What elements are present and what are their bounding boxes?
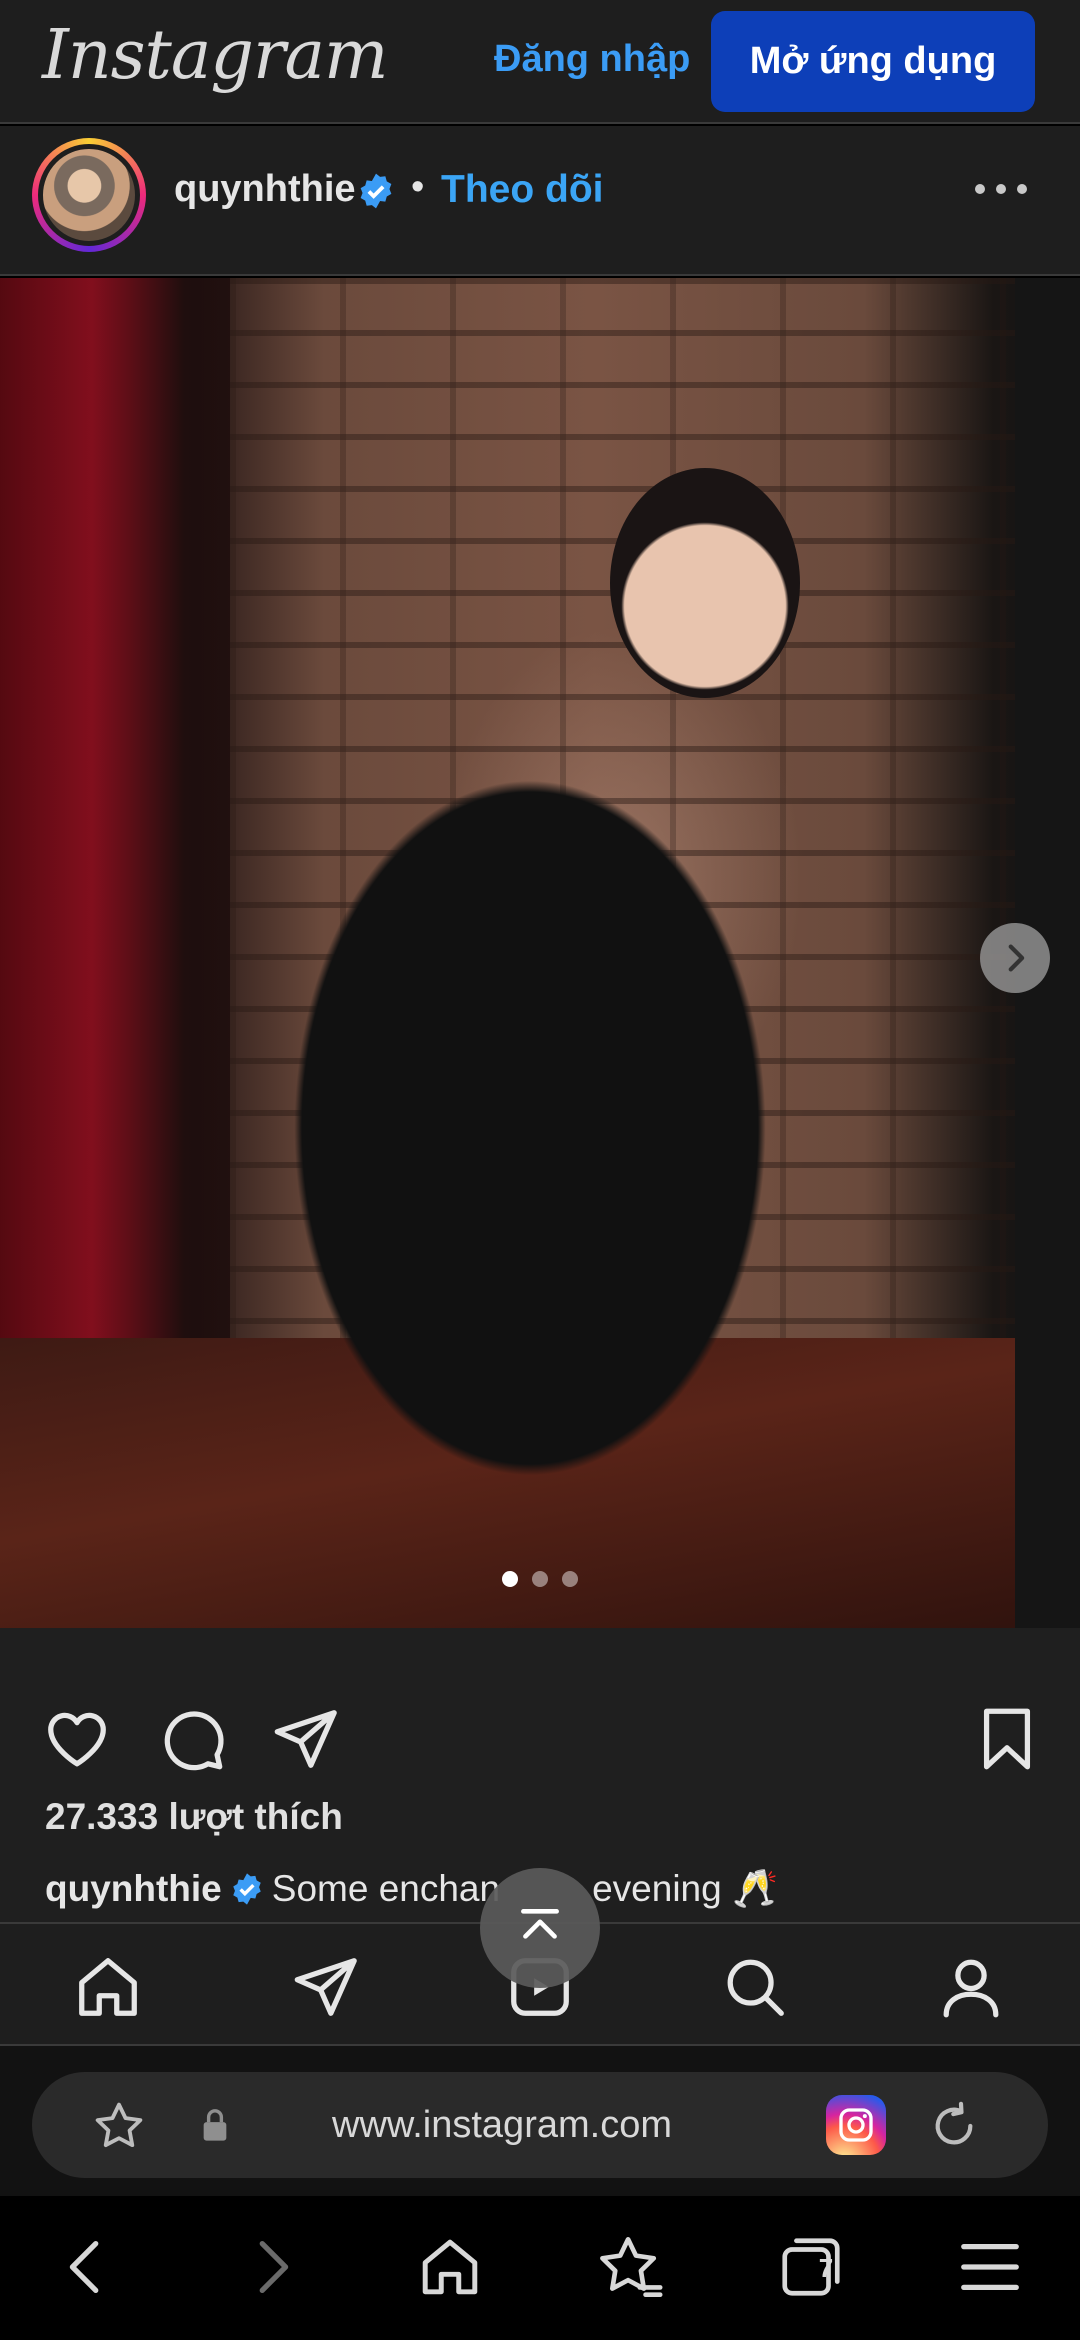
menu-icon[interactable] xyxy=(955,2232,1025,2302)
caption-text-end: evening 🥂 xyxy=(592,1868,779,1909)
carousel-dot xyxy=(532,1571,548,1587)
caption-text: Some enchan xyxy=(271,1868,501,1909)
profile-icon[interactable] xyxy=(936,1952,1006,2022)
carousel-dot xyxy=(562,1571,578,1587)
browser-toolbar: www.instagram.com xyxy=(0,2046,1080,2196)
home-icon[interactable] xyxy=(73,1952,143,2022)
bookmarks-icon[interactable] xyxy=(596,2232,666,2302)
tabs-count: 7 xyxy=(818,2253,834,2283)
carousel-next-button[interactable] xyxy=(980,923,1050,993)
post-photo[interactable] xyxy=(0,278,1080,1628)
reload-icon[interactable] xyxy=(926,2098,982,2154)
url-text[interactable]: www.instagram.com xyxy=(332,2104,672,2147)
scroll-to-top-button[interactable] xyxy=(480,1868,600,1988)
verified-badge-icon xyxy=(233,1873,261,1905)
lock-icon[interactable] xyxy=(198,2106,232,2144)
browser-bottom-nav: 7 xyxy=(0,2196,1080,2340)
share-send-icon[interactable] xyxy=(270,1704,340,1774)
avatar[interactable] xyxy=(32,138,146,252)
post-caption: quynhthie Some enchan evening 🥂 xyxy=(45,1868,778,1911)
separator-dot: • xyxy=(411,166,425,208)
carousel-dot-active xyxy=(502,1571,518,1587)
follow-button[interactable]: Theo dõi xyxy=(441,168,603,212)
post-header: quynhthie • Theo dõi xyxy=(0,126,1080,276)
open-app-button[interactable]: Mở ứng dụng xyxy=(711,11,1035,112)
verified-badge-icon xyxy=(360,173,392,209)
bookmark-star-icon[interactable] xyxy=(92,2099,146,2153)
forward-icon[interactable] xyxy=(236,2232,306,2302)
save-bookmark-icon[interactable] xyxy=(972,1704,1042,1774)
carousel-indicator xyxy=(502,1570,578,1588)
instagram-glyph-icon xyxy=(839,2108,873,2142)
likes-count[interactable]: 27.333 lượt thích xyxy=(45,1796,343,1838)
search-icon[interactable] xyxy=(720,1952,790,2022)
top-app-bar: Instagram Đăng nhập Mở ứng dụng xyxy=(0,0,1080,124)
more-options-icon[interactable] xyxy=(975,184,1027,198)
instagram-logo[interactable]: Instagram xyxy=(42,16,388,95)
back-icon[interactable] xyxy=(52,2232,122,2302)
login-link[interactable]: Đăng nhập xyxy=(494,38,690,81)
post-username[interactable]: quynhthie xyxy=(174,168,356,211)
chevron-right-icon xyxy=(1008,944,1025,972)
caption-username[interactable]: quynhthie xyxy=(45,1868,222,1909)
instagram-app-icon[interactable] xyxy=(826,2095,886,2155)
send-icon[interactable] xyxy=(290,1952,360,2022)
browser-home-icon[interactable] xyxy=(415,2232,485,2302)
comment-icon[interactable] xyxy=(157,1704,227,1774)
arrow-to-top-icon xyxy=(521,1909,559,1939)
like-heart-icon[interactable] xyxy=(42,1704,112,1774)
address-bar[interactable]: www.instagram.com xyxy=(32,2072,1048,2178)
